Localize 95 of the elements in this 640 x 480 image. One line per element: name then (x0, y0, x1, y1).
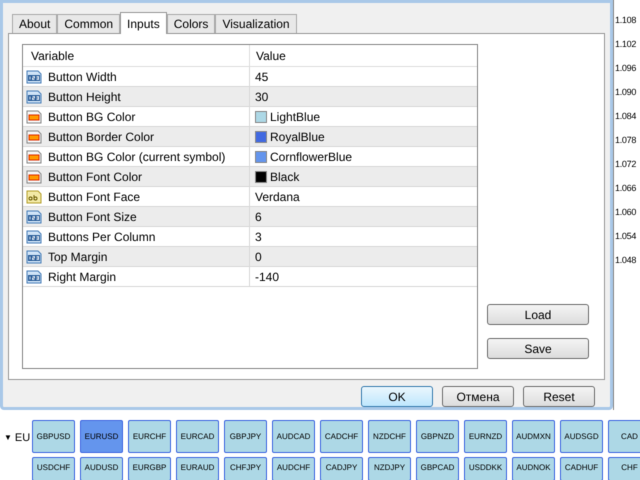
dialog-button[interactable]: Отмена (442, 386, 514, 407)
tab[interactable]: Common (57, 14, 120, 33)
symbol-button[interactable]: CADJPY (320, 457, 363, 480)
symbol-button[interactable]: GBPUSD (32, 420, 75, 453)
price-label: 1.066 (615, 182, 638, 195)
variable-value: 30 (255, 88, 268, 106)
text-type-icon (26, 188, 42, 204)
price-label: 1.078 (615, 134, 638, 147)
variable-name: Button BG Color (current symbol) (48, 148, 226, 166)
variable-name: Button BG Color (48, 108, 136, 126)
symbol-button[interactable]: AUDMXN (512, 420, 555, 453)
number-type-icon (26, 248, 42, 264)
price-label: 1.054 (615, 230, 638, 243)
number-type-icon (26, 88, 42, 104)
table-row[interactable]: Button Border Color RoyalBlue (23, 127, 477, 147)
tab[interactable]: Inputs (120, 12, 167, 34)
variable-value: 0 (255, 248, 262, 266)
variable-value: 6 (255, 208, 262, 226)
symbol-button[interactable]: AUDUSD (80, 457, 123, 480)
table-row[interactable]: Button Width 45 (23, 67, 477, 87)
side-button[interactable]: Load (487, 304, 589, 325)
collapse-arrow[interactable]: ▼ (4, 432, 12, 444)
tab[interactable]: Colors (166, 14, 216, 33)
price-label: 1.090 (615, 86, 638, 99)
table-row[interactable]: Button BG Color LightBlue (23, 107, 477, 127)
variable-name: Button Border Color (48, 128, 154, 146)
price-label: 1.084 (615, 110, 638, 123)
dialog-button[interactable]: OK (361, 386, 433, 407)
table-row[interactable]: Button Height 30 (23, 87, 477, 107)
color-type-icon (26, 168, 42, 184)
variable-value: 3 (255, 228, 262, 246)
symbol-button[interactable]: AUDSGD (560, 420, 603, 453)
table-row[interactable]: Button Font Color Black (23, 167, 477, 187)
symbol-button[interactable]: AUDNOK (512, 457, 555, 480)
variable-name: Button Font Size (48, 208, 137, 226)
symbol-button[interactable]: CHFJPY (224, 457, 267, 480)
variable-name: Right Margin (48, 268, 116, 286)
variable-value: CornflowerBlue (270, 148, 352, 166)
price-label: 1.108 (615, 14, 638, 27)
symbol-button[interactable]: USDCHF (32, 457, 75, 480)
chart-label: EU (14, 431, 30, 446)
symbol-button[interactable]: CHF (608, 457, 640, 480)
symbol-button[interactable]: EURCAD (176, 420, 219, 453)
table-row[interactable]: Button BG Color (current symbol) CornflowerBlue (23, 147, 477, 167)
symbol-button[interactable]: CADCHF (320, 420, 363, 453)
tab[interactable]: Visualization (215, 14, 297, 33)
price-label: 1.096 (615, 62, 638, 75)
variable-name: Buttons Per Column (48, 228, 156, 246)
tab[interactable]: About (12, 14, 58, 33)
variable-name: Button Height (48, 88, 121, 106)
variable-value: LightBlue (270, 108, 320, 126)
symbol-button[interactable]: EURCHF (128, 420, 171, 453)
symbol-button[interactable]: EURGBP (128, 457, 171, 480)
column-header[interactable]: Variable (23, 45, 250, 66)
dialog-button[interactable]: Reset (523, 386, 595, 407)
variable-name: Top Margin (48, 248, 108, 266)
symbol-button[interactable]: EURNZD (464, 420, 507, 453)
symbol-button[interactable]: USDDKK (464, 457, 507, 480)
symbol-button[interactable]: EURAUD (176, 457, 219, 480)
price-label: 1.060 (615, 206, 638, 219)
symbol-button[interactable]: CADHUF (560, 457, 603, 480)
color-type-icon (26, 148, 42, 164)
symbol-button[interactable]: EURUSD (80, 420, 123, 453)
variable-value: 45 (255, 68, 268, 86)
symbol-button[interactable]: NZDJPY (368, 457, 411, 480)
symbol-button[interactable]: AUDCHF (272, 457, 315, 480)
symbol-button[interactable]: GBPJPY (224, 420, 267, 453)
table-row[interactable]: Buttons Per Column 3 (23, 227, 477, 247)
symbol-button[interactable]: GBPCAD (416, 457, 459, 480)
variable-value: Verdana (255, 188, 300, 206)
variable-value: RoyalBlue (270, 128, 325, 146)
symbol-button[interactable]: NZDCHF (368, 420, 411, 453)
variable-name: Button Width (48, 68, 117, 86)
price-label: 1.072 (615, 158, 638, 171)
number-type-icon (26, 228, 42, 244)
number-type-icon (26, 208, 42, 224)
color-type-icon (26, 128, 42, 144)
table-row[interactable]: Button Font Size 6 (23, 207, 477, 227)
table-row[interactable]: Button Font Face Verdana (23, 187, 477, 207)
variable-name: Button Font Color (48, 168, 142, 186)
color-type-icon (26, 108, 42, 124)
table-row[interactable]: Right Margin -140 (23, 267, 477, 287)
column-header[interactable]: Value (250, 45, 477, 66)
variable-value: -140 (255, 268, 280, 286)
symbol-button[interactable]: GBPNZD (416, 420, 459, 453)
variable-name: Button Font Face (48, 188, 140, 206)
price-label: 1.048 (615, 254, 638, 267)
number-type-icon (26, 268, 42, 284)
number-type-icon (26, 68, 42, 84)
symbol-button[interactable]: AUDCAD (272, 420, 315, 453)
price-label: 1.102 (615, 38, 638, 51)
side-button[interactable]: Save (487, 338, 589, 359)
variable-value: Black (270, 168, 300, 186)
table-row[interactable]: Top Margin 0 (23, 247, 477, 267)
symbol-button[interactable]: CAD (608, 420, 640, 453)
